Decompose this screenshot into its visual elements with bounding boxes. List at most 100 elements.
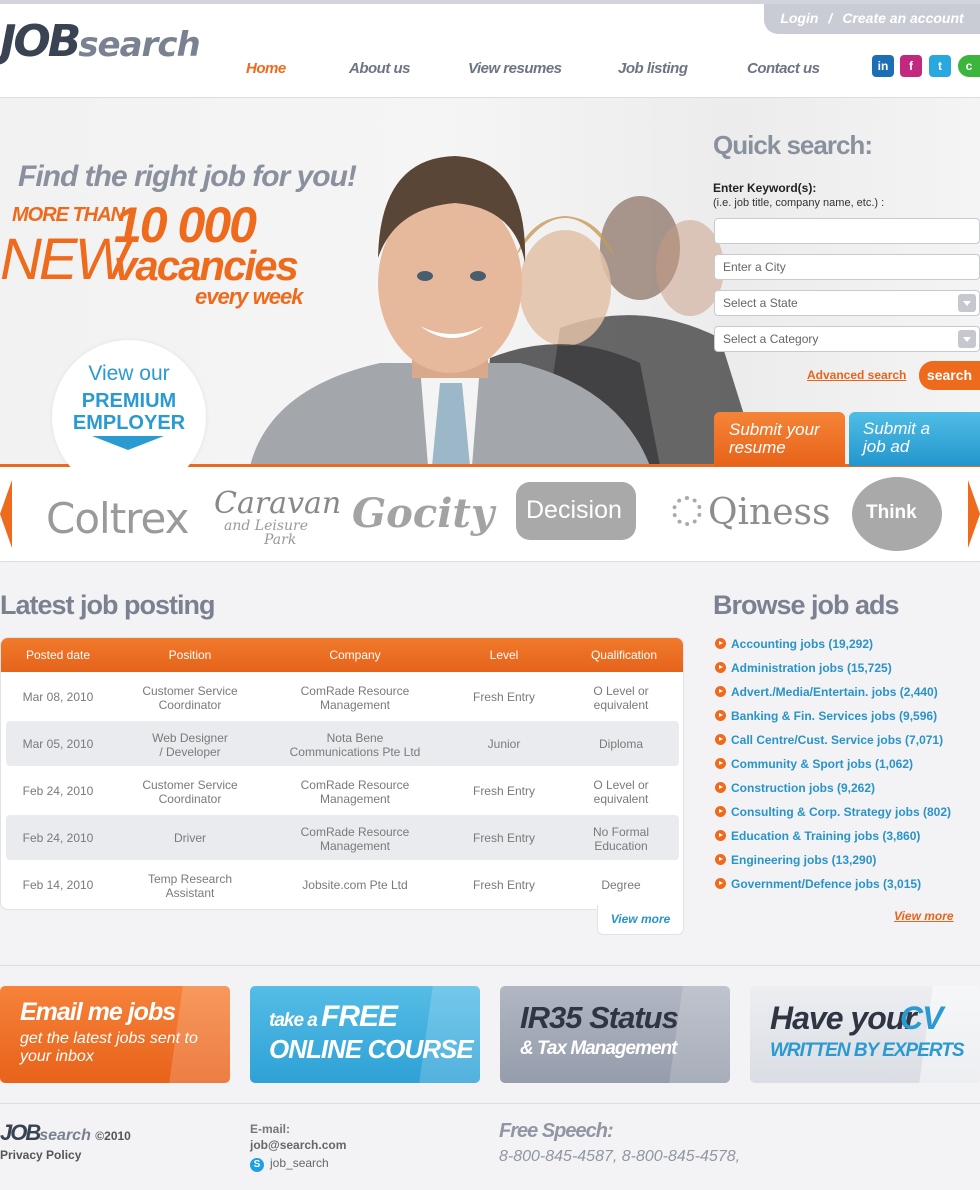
col-level[interactable]: Level <box>445 638 563 672</box>
twitter-icon[interactable]: t <box>929 55 951 77</box>
cell-date: Mar 05, 2010 <box>22 737 94 751</box>
category-link[interactable]: Call Centre/Cust. Service jobs (7,071) <box>715 732 943 748</box>
nav-home[interactable]: Home <box>246 60 286 77</box>
category-select[interactable]: Select a Category <box>714 326 980 352</box>
quick-search-title: Quick search: <box>713 130 873 160</box>
facebook-icon[interactable]: f <box>900 55 922 77</box>
state-select[interactable]: Select a State <box>714 290 980 316</box>
submit-job-ad-button[interactable]: Submit a job ad <box>849 412 980 466</box>
promo-course-take: take a <box>269 1010 318 1031</box>
nav-about-us[interactable]: About us <box>349 60 411 77</box>
brand-coltrex[interactable]: Coltrex <box>46 494 189 543</box>
next-arrow-icon[interactable] <box>968 480 980 548</box>
cell-company: ComRade Resource Management <box>300 778 410 806</box>
nav-contact-us[interactable]: Contact us <box>747 60 820 77</box>
category-link[interactable]: Education & Training jobs (3,860) <box>715 828 920 844</box>
arrow-bullet-icon <box>715 662 726 673</box>
advanced-search-link[interactable]: Advanced search <box>807 368 906 382</box>
category-link[interactable]: Community & Sport jobs (1,062) <box>715 756 913 772</box>
search-button[interactable]: search <box>919 361 980 390</box>
city-input[interactable]: Enter a City <box>714 254 980 280</box>
logo-search: search <box>78 25 200 65</box>
chevron-down-icon <box>958 330 976 348</box>
category-link[interactable]: Accounting jobs (19,292) <box>715 636 873 652</box>
category-link[interactable]: Construction jobs (9,262) <box>715 780 875 796</box>
col-qualification[interactable]: Qualification <box>563 638 683 672</box>
promo-ir35[interactable]: IR35 Status & Tax Management <box>500 986 730 1083</box>
promo-cv-sub: WRITTEN BY EXPERTS <box>770 1040 964 1061</box>
cell-position: Web Designer / Developer <box>152 731 228 759</box>
cell-level: Junior <box>487 737 521 751</box>
category-link[interactable]: Engineering jobs (13,290) <box>715 852 876 868</box>
arrow-bullet-icon <box>715 782 726 793</box>
promo-email-title: Email me jobs <box>20 998 176 1026</box>
col-posted-date[interactable]: Posted date <box>1 638 115 672</box>
state-select-value: Select a State <box>723 296 798 310</box>
cell-level: Fresh Entry <box>472 831 535 845</box>
jobs-view-more-link[interactable]: View more <box>597 905 684 935</box>
promo-email-jobs[interactable]: Email me jobs get the latest jobs sent t… <box>0 986 230 1083</box>
linkedin-icon[interactable]: in <box>872 55 894 77</box>
cell-qualification: O Level or equivalent <box>593 684 649 712</box>
keyword-label: Enter Keyword(s): <box>713 181 817 195</box>
premium-line1: View our <box>88 362 170 385</box>
cell-position: Customer Service Coordinator <box>142 684 238 712</box>
category-link[interactable]: Administration jobs (15,725) <box>715 660 892 676</box>
brand-think[interactable]: Think <box>866 502 917 524</box>
col-position[interactable]: Position <box>115 638 265 672</box>
brand-qiness[interactable]: Qiness <box>708 492 830 533</box>
cell-level: Fresh Entry <box>472 690 535 704</box>
site-logo[interactable]: JOBsearch <box>0 16 201 67</box>
table-row[interactable]: Feb 24, 2010 Driver ComRade Resource Mana… <box>6 815 679 860</box>
login-link[interactable]: Login <box>780 10 818 26</box>
category-link[interactable]: Government/Defence jobs (3,015) <box>715 876 921 892</box>
category-link[interactable]: Banking & Fin. Services jobs (9,596) <box>715 708 937 724</box>
col-company[interactable]: Company <box>265 638 445 672</box>
category-link[interactable]: Advert./Media/Entertain. jobs (2,440) <box>715 684 938 700</box>
hero-vacancies: vacancies <box>114 242 299 289</box>
prev-arrow-icon[interactable] <box>0 480 12 548</box>
account-bar: Login / Create an account <box>764 4 980 34</box>
arrow-bullet-icon <box>715 806 726 817</box>
promo-course-online: ONLINE COURSE <box>269 1034 474 1064</box>
cell-company: ComRade Resource Management <box>300 684 410 712</box>
footer-skype-link[interactable]: Sjob_search <box>250 1156 329 1172</box>
table-row[interactable]: Mar 05, 2010 Web Designer / Developer Not… <box>6 721 679 766</box>
promo-free-course[interactable]: take a FREE ONLINE COURSE <box>250 986 480 1083</box>
table-row[interactable]: Mar 08, 2010 Customer Service Coordinator… <box>6 674 679 719</box>
chat-icon[interactable]: c <box>958 55 980 77</box>
categories-view-more-link[interactable]: View more <box>894 909 954 923</box>
latest-jobs-table: Posted date Position Company Level Quali… <box>0 637 684 910</box>
nav-job-listing[interactable]: Job listing <box>618 60 688 77</box>
brand-caravan[interactable]: Caravan <box>214 486 341 521</box>
privacy-policy-link[interactable]: Privacy Policy <box>0 1148 81 1162</box>
brand-decision[interactable]: Decision <box>526 496 622 525</box>
promo-cv-experts[interactable]: Have your CV WRITTEN BY EXPERTS <box>750 986 980 1083</box>
logo-job: JOB <box>0 16 81 67</box>
latest-jobs-title: Latest job posting <box>0 590 215 620</box>
cell-position: Temp Research Assistant <box>147 872 233 900</box>
footer-divider <box>0 1103 980 1104</box>
footer-email-label: E-mail: <box>250 1122 291 1136</box>
category-link[interactable]: Consulting & Corp. Strategy jobs (802) <box>715 804 951 820</box>
table-row[interactable]: Feb 24, 2010 Customer Service Coordinator… <box>6 768 679 813</box>
footer-logo[interactable]: JOBsearch ©2010 <box>0 1120 131 1146</box>
cell-date: Feb 24, 2010 <box>22 831 94 845</box>
submit-resume-button[interactable]: Submit your resume <box>714 412 845 466</box>
section-divider <box>0 965 980 966</box>
cell-company: Jobsite.com Pte Ltd <box>302 878 408 892</box>
submit-resume-line1: Submit your <box>729 420 820 439</box>
nav-view-resumes[interactable]: View resumes <box>468 60 562 77</box>
arrow-bullet-icon <box>715 758 726 769</box>
arrow-bullet-icon <box>715 710 726 721</box>
arrow-bullet-icon <box>715 878 726 889</box>
hero-more-than: MORE THAN <box>12 204 125 226</box>
brand-gocity[interactable]: Gocity <box>352 490 494 537</box>
hero-every-week: every week <box>195 284 303 309</box>
table-row[interactable]: Feb 14, 2010 Temp Research Assistant Jobs… <box>6 862 679 907</box>
promo-course-free: FREE <box>321 1000 398 1033</box>
cell-company: Nota Bene Communications Pte Ltd <box>289 731 421 759</box>
footer-email-link[interactable]: job@search.com <box>250 1138 346 1152</box>
keyword-input[interactable] <box>714 218 980 244</box>
create-account-link[interactable]: Create an account <box>842 10 963 26</box>
